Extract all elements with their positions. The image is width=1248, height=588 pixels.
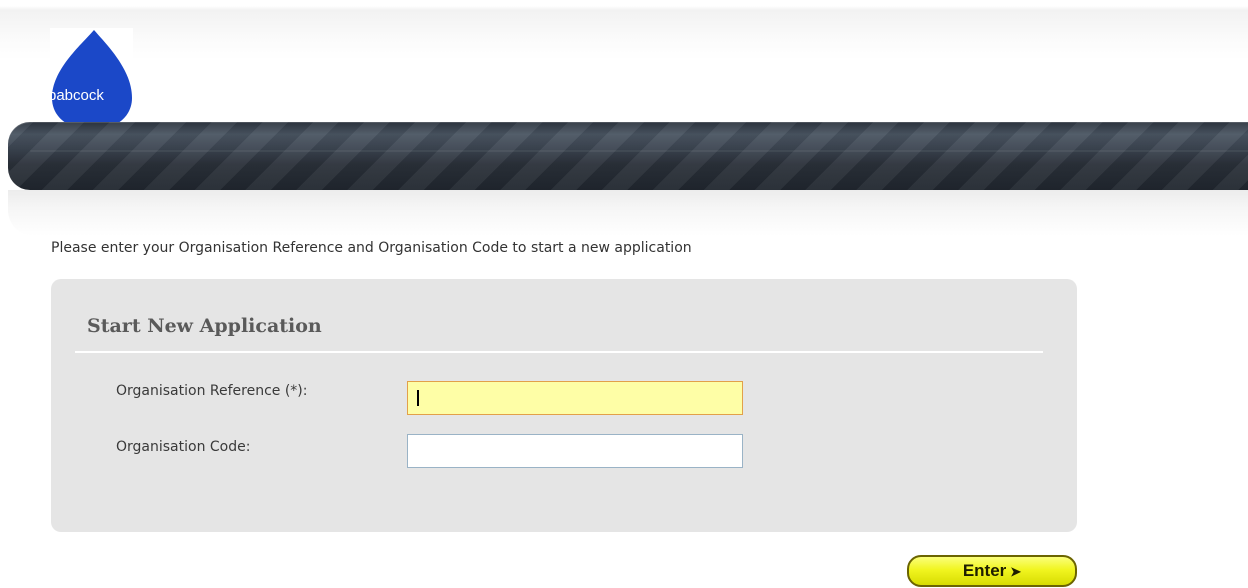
start-application-panel: Start New Application Organisation Refer… (51, 279, 1077, 532)
header-background (0, 0, 1248, 60)
organisation-code-input[interactable] (407, 434, 743, 468)
panel-divider (75, 351, 1043, 353)
arrow-right-icon: ➤ (1010, 563, 1022, 579)
navigation-bar-shadow (8, 190, 1248, 236)
panel-title: Start New Application (87, 315, 322, 337)
page: babcock Please enter your Organisation R… (0, 0, 1248, 588)
navigation-bar-highlight (30, 150, 1248, 152)
organisation-code-label: Organisation Code: (116, 439, 251, 455)
navigation-bar (8, 122, 1248, 190)
text-cursor (417, 390, 419, 406)
organisation-reference-label: Organisation Reference (*): (116, 383, 308, 399)
organisation-reference-input[interactable] (407, 381, 743, 415)
babcock-logo-drop: babcock (50, 30, 132, 130)
enter-button-label: Enter (962, 561, 1007, 580)
babcock-logo[interactable]: babcock (50, 28, 133, 130)
logo-text: babcock (50, 87, 104, 104)
instructions-text: Please enter your Organisation Reference… (51, 240, 692, 256)
logo-drop-shape (52, 30, 132, 130)
enter-button[interactable]: Enter ➤ (907, 555, 1077, 587)
